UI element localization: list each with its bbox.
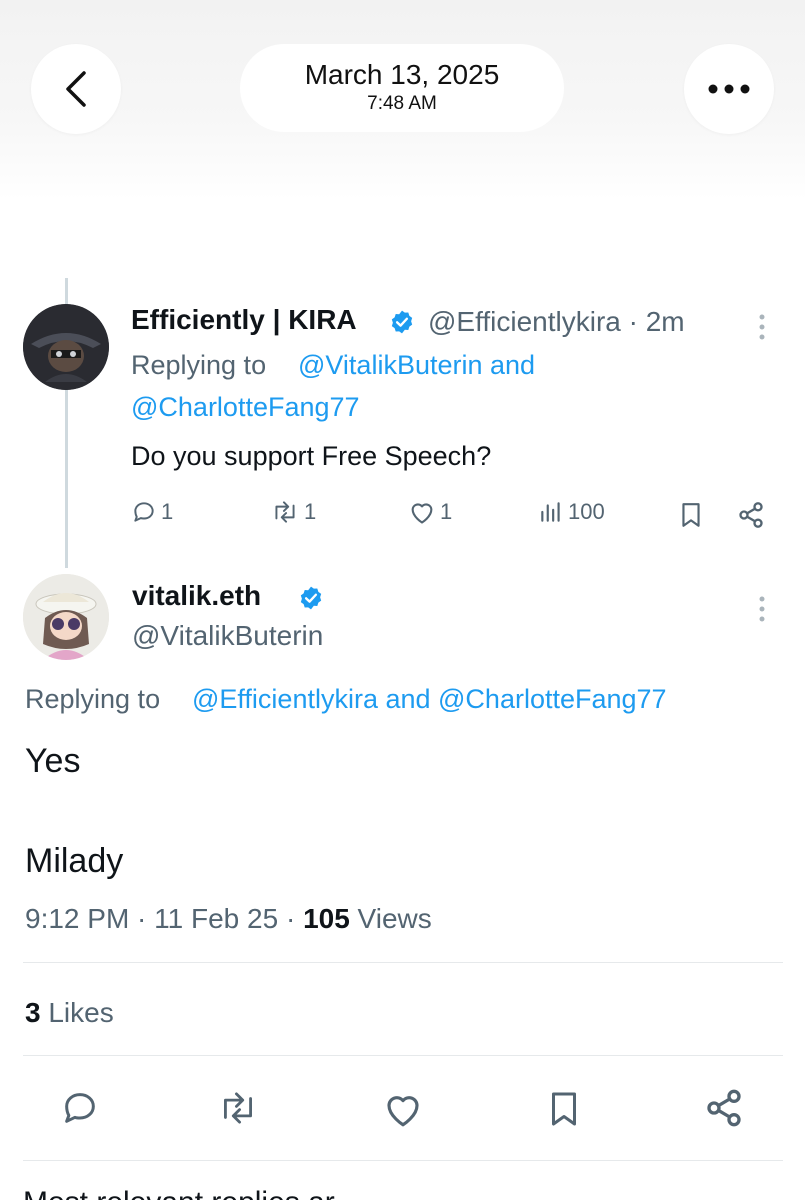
more-horizontal-icon [708, 84, 750, 94]
parent-replying-to-link-1[interactable]: @VitalikButerin and [298, 350, 535, 381]
main-display-name[interactable]: vitalik.eth [132, 580, 261, 612]
parent-reply-button[interactable]: 1 [131, 499, 173, 525]
likes-count: 3 [25, 997, 41, 1028]
divider [23, 962, 783, 963]
avatar-vitalikbuterin[interactable] [23, 574, 109, 660]
more-button[interactable] [684, 44, 774, 134]
verified-badge-icon [391, 310, 413, 334]
main-views-label: Views [349, 903, 432, 934]
bookmark-icon[interactable] [678, 501, 704, 529]
heart-icon[interactable] [382, 1089, 424, 1129]
avatar-efficientlykira[interactable] [23, 304, 109, 390]
main-tweet-line-2: Milady [25, 842, 124, 880]
parent-tweet-text: Do you support Free Speech? [131, 441, 492, 471]
parent-repost-count: 1 [304, 499, 317, 524]
parent-reply-count: 1 [161, 499, 174, 524]
header-time: 7:48 AM [367, 93, 437, 114]
main-replying-to-links[interactable]: @Efficientlykira and @CharlotteFang77 [192, 684, 667, 715]
date-pill: March 13, 2025 7:48 AM [240, 44, 564, 132]
replies-section-heading: Most relevant replies ar [23, 1186, 335, 1200]
main-tweet-line-1: Yes [25, 742, 81, 780]
main-timestamp[interactable]: 9:12 PM · 11 Feb 25 · [25, 903, 303, 934]
parent-like-count: 1 [440, 499, 453, 524]
back-button[interactable] [31, 44, 121, 134]
views-icon [541, 502, 560, 522]
divider [23, 1055, 783, 1056]
parent-like-button[interactable]: 1 [408, 499, 452, 525]
repost-icon [275, 501, 295, 523]
chevron-left-icon [66, 71, 86, 107]
verified-badge-icon [300, 586, 322, 610]
parent-replying-to-link-2[interactable]: @CharlotteFang77 [131, 392, 360, 423]
divider [23, 1160, 783, 1161]
share-icon[interactable] [737, 501, 765, 529]
repost-icon[interactable] [216, 1088, 260, 1128]
parent-replying-prefix: Replying to [131, 350, 267, 380]
parent-display-name[interactable]: Efficiently | KIRA [131, 304, 357, 336]
parent-views-count: 100 [568, 499, 605, 524]
likes-summary[interactable]: 3 Likes [25, 997, 114, 1029]
main-replying-prefix: Replying to [25, 684, 161, 714]
parent-views-button[interactable]: 100 [538, 499, 605, 525]
share-icon[interactable] [704, 1088, 744, 1128]
likes-label: Likes [40, 997, 114, 1028]
bookmark-icon[interactable] [546, 1088, 582, 1130]
main-tweet-meta: 9:12 PM · 11 Feb 25 · 105 Views [25, 903, 432, 935]
main-more-icon[interactable] [758, 595, 766, 623]
heart-icon [411, 503, 433, 524]
parent-more-icon[interactable] [758, 313, 766, 341]
main-handle[interactable]: @VitalikButerin [132, 620, 323, 652]
header-date: March 13, 2025 [304, 59, 500, 90]
reply-icon [134, 502, 154, 522]
parent-repost-button[interactable]: 1 [270, 499, 316, 525]
reply-icon[interactable] [60, 1088, 100, 1128]
main-views-count: 105 [303, 903, 350, 934]
parent-handle-time[interactable]: @Efficientlykira · 2m [428, 306, 685, 338]
